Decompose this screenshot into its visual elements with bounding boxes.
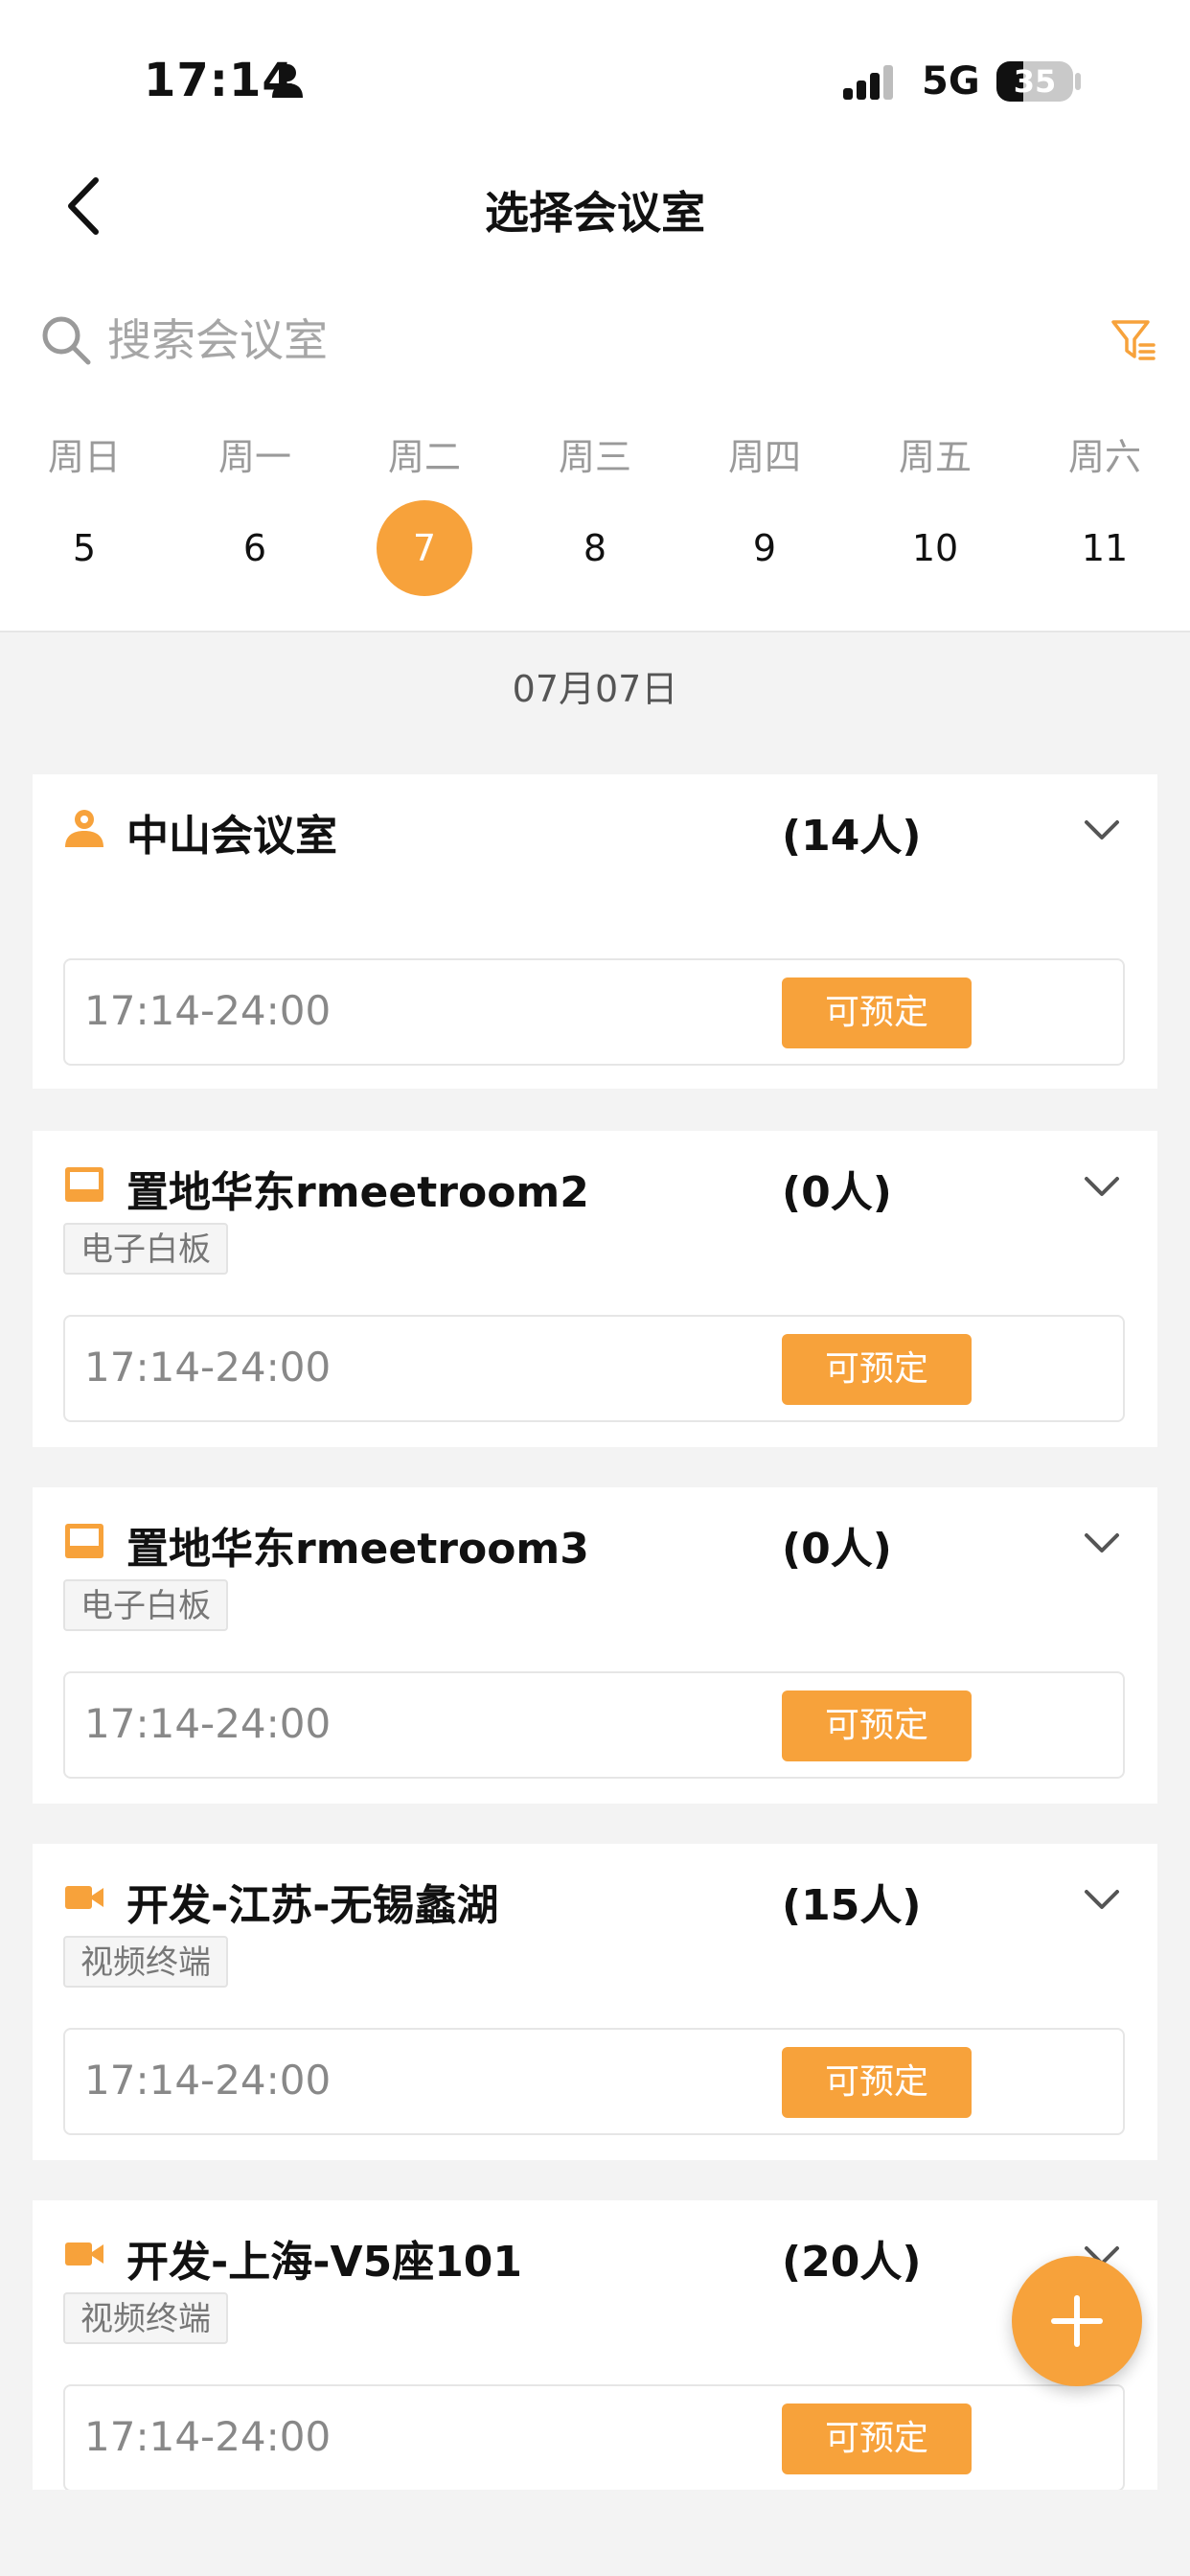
room-name: 开发-上海-V5座101 (126, 2238, 523, 2287)
book-button[interactable]: 可预定 (782, 2404, 972, 2474)
room-name: 置地华东rmeetroom3 (126, 1525, 589, 1574)
chevron-down-icon[interactable] (1081, 811, 1123, 849)
chevron-down-icon[interactable] (1081, 1880, 1123, 1919)
day-button[interactable]: 7 (377, 500, 472, 596)
book-button[interactable]: 可预定 (782, 1690, 972, 1761)
slot-time: 17:14-24:00 (84, 1344, 332, 1391)
day-button[interactable]: 10 (887, 500, 983, 596)
whiteboard-icon (65, 1524, 103, 1558)
book-button[interactable]: 可预定 (782, 978, 972, 1048)
chevron-down-icon[interactable] (1081, 1167, 1123, 1206)
weekday-label: 周二 (387, 436, 461, 478)
time-slot: 17:14-24:00 可预定 (63, 1315, 1125, 1422)
book-button[interactable]: 可预定 (782, 1334, 972, 1405)
battery-icon: 35 (996, 61, 1073, 102)
day-button[interactable]: 6 (207, 500, 303, 596)
room-card: 置地华东rmeetroom3 (0人) 电子白板 17:14-24:00 可预定 (33, 1487, 1157, 1804)
search-input[interactable] (107, 309, 970, 372)
room-tag: 电子白板 (63, 1223, 228, 1275)
network-type: 5G (922, 59, 980, 104)
room-card: 置地华东rmeetroom2 (0人) 电子白板 17:14-24:00 可预定 (33, 1131, 1157, 1447)
room-tag: 电子白板 (63, 1579, 228, 1631)
room-capacity: (15人) (782, 1881, 922, 1930)
room-capacity: (14人) (782, 812, 922, 861)
room-card: 开发-江苏-无锡蠡湖 (15人) 视频终端 17:14-24:00 可预定 (33, 1844, 1157, 2160)
weekday-label: 周六 (1067, 436, 1141, 478)
room-card: 开发-上海-V5座101 (20人) 视频终端 17:14-24:00 可预定 (33, 2200, 1157, 2490)
room-capacity: (0人) (782, 1168, 892, 1217)
video-camera-icon (65, 1886, 103, 1909)
slot-time: 17:14-24:00 (84, 987, 332, 1034)
weekday-label: 周四 (727, 436, 801, 478)
room-tag: 视频终端 (63, 2292, 228, 2344)
person-status-icon (272, 64, 303, 98)
day-button[interactable]: 5 (36, 500, 132, 596)
room-capacity: (0人) (782, 1525, 892, 1574)
slot-time: 17:14-24:00 (84, 2057, 332, 2104)
plus-icon (1051, 2295, 1103, 2347)
book-button[interactable]: 可预定 (782, 2047, 972, 2118)
whiteboard-icon (65, 1167, 103, 1202)
search-icon (42, 316, 91, 365)
time-slot: 17:14-24:00 可预定 (63, 958, 1125, 1066)
battery-cap (1075, 73, 1081, 90)
person-icon (65, 810, 103, 847)
time-slot: 17:14-24:00 可预定 (63, 1671, 1125, 1779)
room-tag: 视频终端 (63, 1936, 228, 1988)
room-name: 开发-江苏-无锡蠡湖 (126, 1881, 499, 1930)
cellular-signal-icon (843, 65, 893, 100)
weekday-label: 周三 (558, 436, 631, 478)
time-slot: 17:14-24:00 可预定 (63, 2384, 1125, 2490)
room-name: 置地华东rmeetroom2 (126, 1168, 589, 1217)
weekday-label: 周五 (898, 436, 972, 478)
weekday-label: 周一 (217, 436, 291, 478)
add-booking-button[interactable] (1012, 2256, 1142, 2386)
page-title: 选择会议室 (485, 187, 705, 239)
time-slot: 17:14-24:00 可预定 (63, 2028, 1125, 2135)
room-name: 中山会议室 (126, 812, 337, 861)
day-button[interactable]: 11 (1057, 500, 1153, 596)
room-capacity: (20人) (782, 2238, 922, 2287)
day-button[interactable]: 8 (547, 500, 643, 596)
room-card: 中山会议室 (14人) 17:14-24:00 可预定 (33, 774, 1157, 1089)
chevron-down-icon[interactable] (1081, 1524, 1123, 1562)
battery-percent: 35 (1013, 63, 1057, 100)
slot-time: 17:14-24:00 (84, 2413, 332, 2460)
filter-icon[interactable] (1110, 316, 1157, 364)
slot-time: 17:14-24:00 (84, 1700, 332, 1747)
day-button[interactable]: 9 (717, 500, 812, 596)
video-camera-icon (65, 2242, 103, 2266)
selected-date-label: 07月07日 (512, 668, 678, 710)
weekday-label: 周日 (47, 436, 121, 478)
